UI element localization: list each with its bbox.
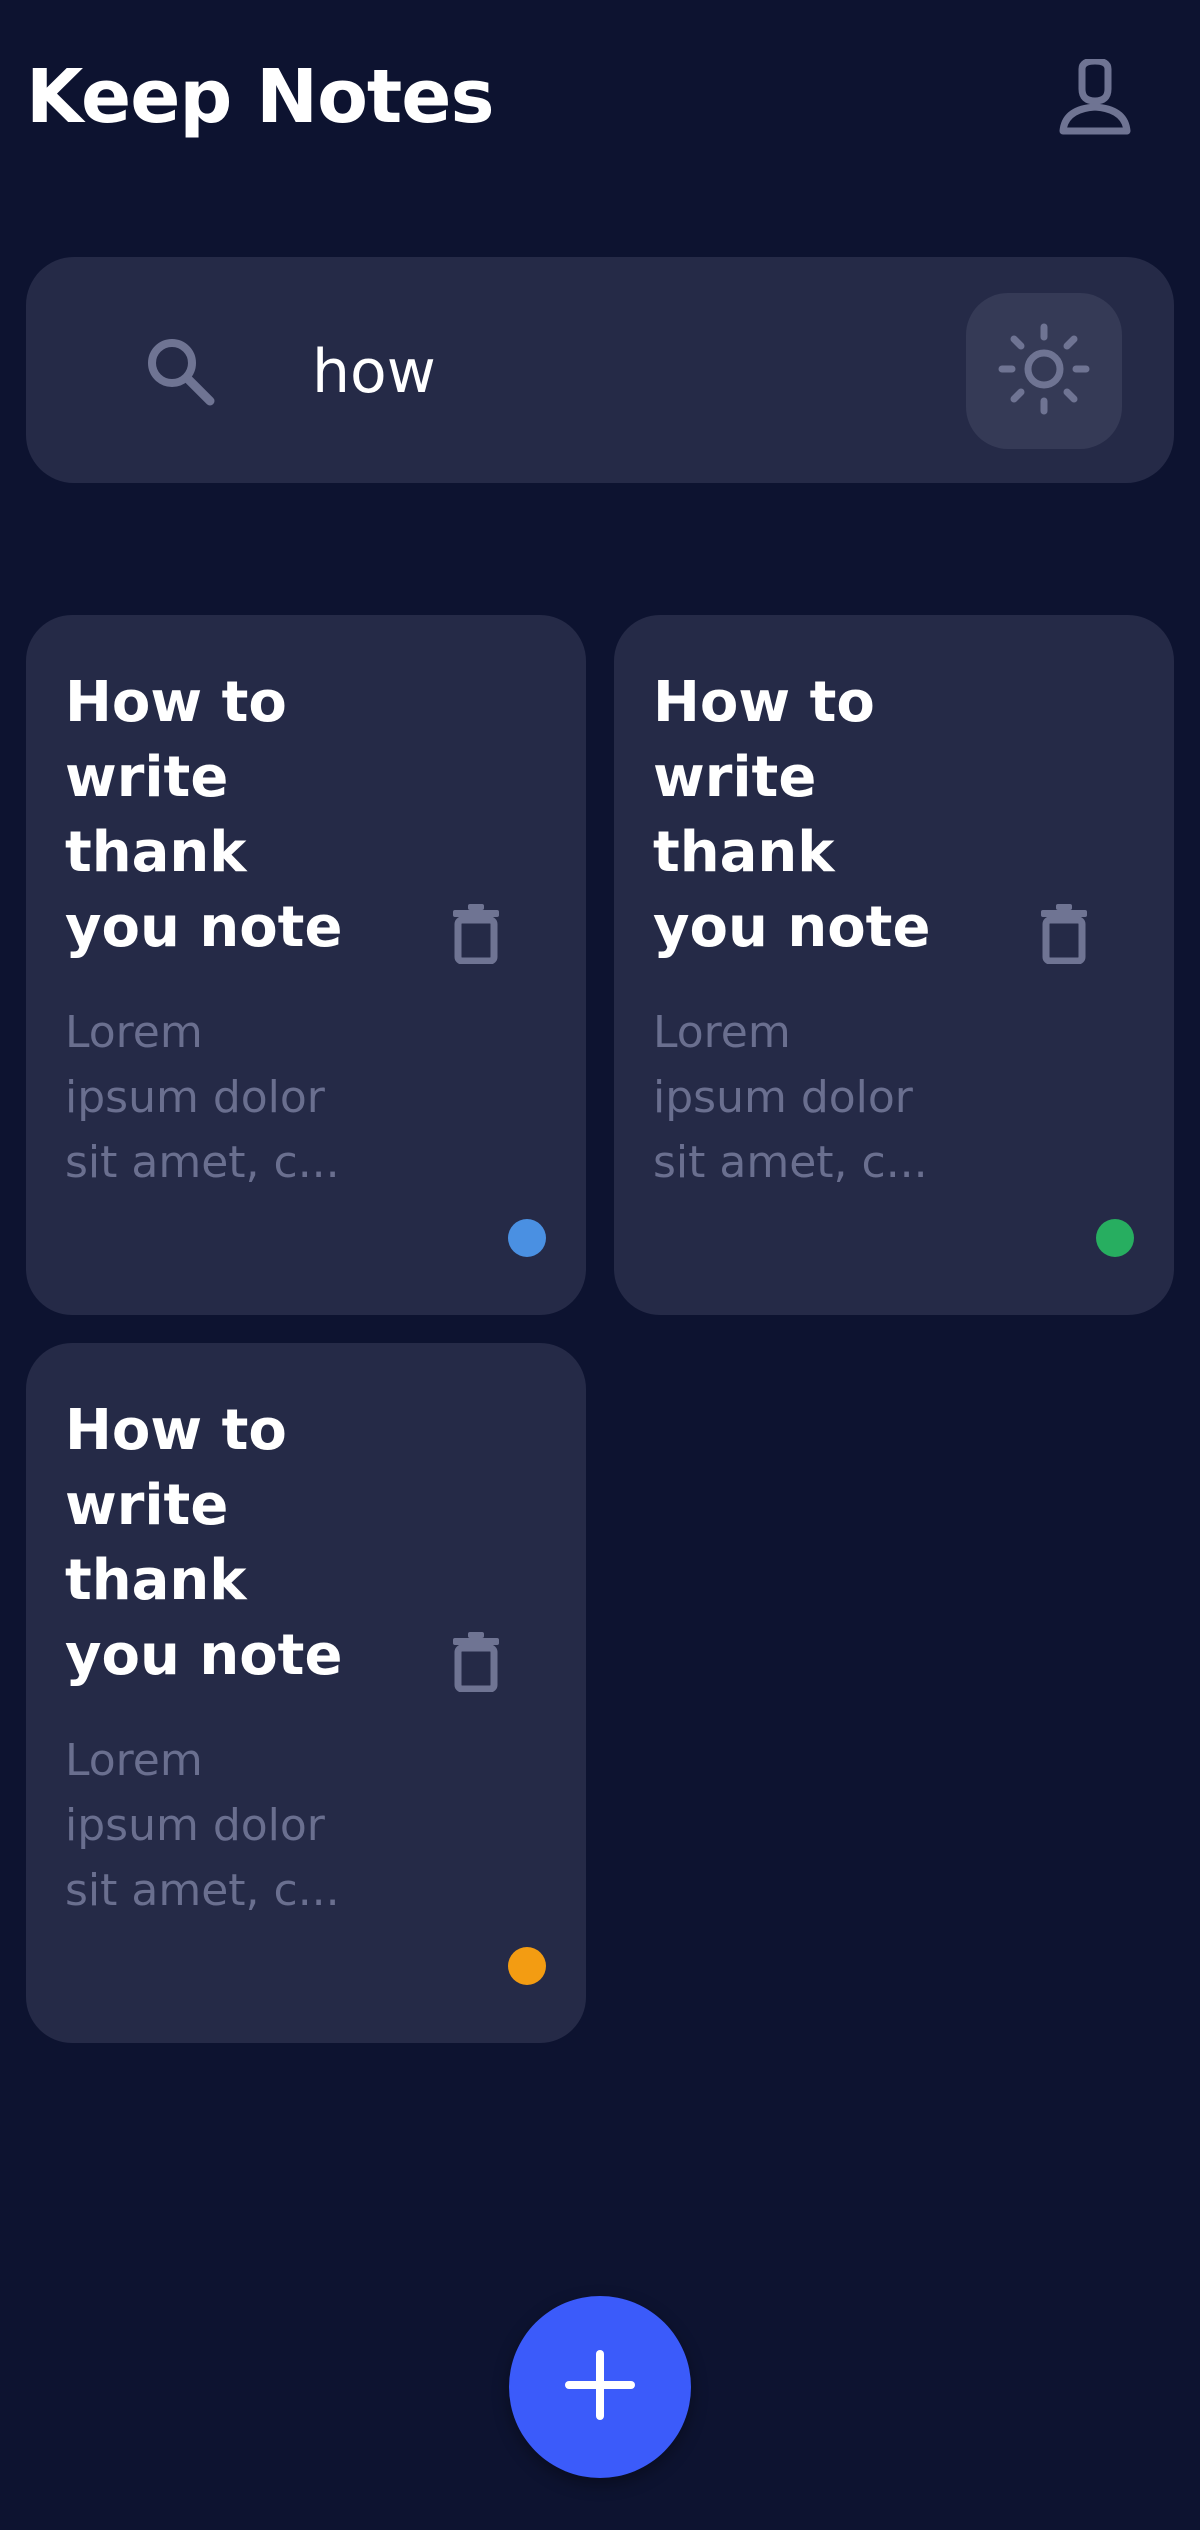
search-icon (144, 335, 216, 407)
user-icon (1055, 57, 1135, 143)
note-title: How to write thank you note (65, 1398, 343, 1688)
note-color-dot (508, 1947, 546, 1985)
delete-note-button[interactable] (436, 895, 516, 975)
note-card[interactable]: How to write thank you note Lorem ipsum … (26, 1343, 586, 2043)
app-title: Keep Notes (26, 54, 495, 140)
note-preview: Lorem ipsum dolor sit amet, c... (653, 1007, 928, 1188)
search-input[interactable] (286, 327, 966, 417)
note-preview: Lorem ipsum dolor sit amet, c... (65, 1735, 340, 1916)
sun-icon (994, 319, 1094, 423)
delete-note-button[interactable] (1024, 895, 1104, 975)
search-bar (26, 257, 1174, 483)
theme-toggle-button[interactable] (966, 293, 1122, 449)
add-note-button[interactable] (509, 2296, 691, 2478)
note-title: How to write thank you note (65, 670, 343, 960)
note-title: How to write thank you note (653, 670, 931, 960)
note-color-dot (508, 1219, 546, 1257)
trash-icon (451, 902, 501, 968)
note-card[interactable]: How to write thank you note Lorem ipsum … (614, 615, 1174, 1315)
trash-icon (1039, 902, 1089, 968)
note-card[interactable]: How to write thank you note Lorem ipsum … (26, 615, 586, 1315)
delete-note-button[interactable] (436, 1623, 516, 1703)
trash-icon (451, 1630, 501, 1696)
profile-button[interactable] (1040, 56, 1150, 146)
note-color-dot (1096, 1219, 1134, 1257)
note-preview: Lorem ipsum dolor sit amet, c... (65, 1007, 340, 1188)
plus-icon (565, 2350, 635, 2424)
